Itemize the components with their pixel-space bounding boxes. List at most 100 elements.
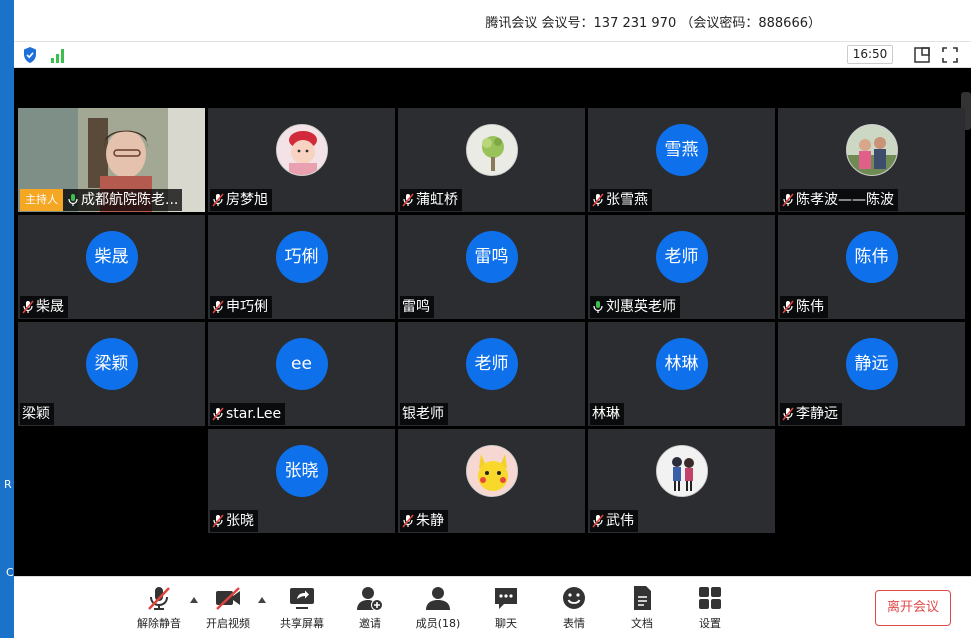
participant-avatar: 柴晟 <box>85 231 138 283</box>
settings-label: 设置 <box>699 617 721 630</box>
participant-name-label: 武伟 <box>590 510 638 532</box>
status-bar: 16:50 <box>14 42 971 68</box>
mic-icon <box>593 301 603 313</box>
participant-name: 雷鸣 <box>402 299 430 315</box>
muted-mic-icon <box>148 587 170 610</box>
participant-tile[interactable]: 梁颖 梁颖 <box>18 322 205 426</box>
participant-tile[interactable]: 巧俐 申巧俐 <box>208 215 395 319</box>
bottom-toolbar: 解除静音 开启视频 共享屏幕 邀请 成员(18) 聊天 表情 文档 设置 离开会… <box>14 576 971 638</box>
participant-avatar: 老师 <box>655 231 708 283</box>
members-label: 成员(18) <box>415 617 461 630</box>
participant-name: 房梦旭 <box>226 192 268 208</box>
chat-icon <box>495 588 517 609</box>
participant-tile[interactable]: 林琳 林琳 <box>588 322 775 426</box>
video-off-icon <box>216 587 240 610</box>
plant-photo-icon <box>465 124 518 176</box>
start-video-label: 开启视频 <box>206 617 250 630</box>
participant-name-label: 刘惠英老师 <box>590 296 680 318</box>
settings-button[interactable]: 设置 <box>682 585 738 631</box>
leave-meeting-button[interactable]: 离开会议 <box>875 590 951 626</box>
pikachu-photo-icon <box>465 445 518 497</box>
participant-tile[interactable]: 柴晟 柴晟 <box>18 215 205 319</box>
participant-tile[interactable]: 雷鸣 雷鸣 <box>398 215 585 319</box>
mic-icon <box>68 194 78 206</box>
participant-name-label: 雷鸣 <box>400 296 434 318</box>
settings-grid-icon <box>699 587 721 609</box>
participant-tile[interactable]: 静远 李静远 <box>778 322 965 426</box>
participant-name-label: 陈伟 <box>780 296 828 318</box>
muted-mic-icon <box>782 407 794 421</box>
participant-tile[interactable]: 武伟 <box>588 429 775 533</box>
participant-name-label: 陈孝波——陈波 <box>780 189 898 211</box>
participant-avatar: 雪燕 <box>655 124 708 176</box>
participant-name-label: 房梦旭 <box>210 189 272 211</box>
participant-tile[interactable]: 雪燕 张雪燕 <box>588 108 775 212</box>
muted-mic-icon <box>592 193 604 207</box>
muted-mic-icon <box>212 300 224 314</box>
participant-tile[interactable]: 老师 银老师 <box>398 322 585 426</box>
shield-icon[interactable] <box>22 46 38 68</box>
audio-options-caret[interactable] <box>190 597 198 603</box>
fullscreen-icon[interactable] <box>941 46 959 64</box>
muted-mic-icon <box>592 514 604 528</box>
invite-user-icon <box>357 587 383 611</box>
invite-label: 邀请 <box>359 617 381 630</box>
participant-tile[interactable]: 老师刘惠英老师 <box>588 215 775 319</box>
unmute-button[interactable]: 解除静音 <box>131 585 187 631</box>
participant-name-label: 林琳 <box>590 403 624 425</box>
share-screen-icon <box>290 588 314 609</box>
desktop-edge-glyph: C <box>6 566 14 579</box>
participant-tile[interactable]: 朱静 <box>398 429 585 533</box>
participant-avatar: 陈伟 <box>845 231 898 283</box>
share-screen-button[interactable]: 共享屏幕 <box>274 585 330 631</box>
participant-name: 陈孝波——陈波 <box>796 192 894 208</box>
baby-photo-icon <box>275 124 328 176</box>
participant-tile[interactable]: 陈伟 陈伟 <box>778 215 965 319</box>
participant-tile[interactable]: ee star.Lee <box>208 322 395 426</box>
participant-name-label: 主持人 成都航院陈老... <box>20 189 183 211</box>
participant-name-label: star.Lee <box>210 403 286 425</box>
muted-mic-icon <box>212 514 224 528</box>
participant-tile[interactable]: 张晓 张晓 <box>208 429 395 533</box>
unmute-label: 解除静音 <box>137 617 181 630</box>
participant-tile[interactable]: 房梦旭 <box>208 108 395 212</box>
participant-tile[interactable]: 陈孝波——陈波 <box>778 108 965 212</box>
members-icon <box>426 587 450 610</box>
meeting-clock: 16:50 <box>847 45 893 64</box>
share-screen-label: 共享屏幕 <box>280 617 324 630</box>
start-video-button[interactable]: 开启视频 <box>200 585 256 631</box>
signal-strength-icon[interactable] <box>50 46 66 68</box>
smiley-icon <box>563 587 585 609</box>
participant-avatar: 老师 <box>465 338 518 390</box>
participant-name-label: 李静远 <box>780 403 842 425</box>
members-button[interactable]: 成员(18) <box>410 585 466 631</box>
docs-label: 文档 <box>631 617 653 630</box>
participant-avatar: 静远 <box>845 338 898 390</box>
muted-mic-icon <box>212 407 224 421</box>
participant-avatar: 梁颖 <box>85 338 138 390</box>
muted-mic-icon <box>782 300 794 314</box>
chat-label: 聊天 <box>495 617 517 630</box>
participant-tile[interactable]: 蒲虹桥 <box>398 108 585 212</box>
participant-name-label: 柴晟 <box>20 296 68 318</box>
meeting-title: 腾讯会议 会议号：137 231 970 （会议密码：888666） <box>485 16 821 31</box>
participant-name: 李静远 <box>796 406 838 422</box>
family-photo-icon <box>845 124 898 176</box>
reactions-button[interactable]: 表情 <box>546 585 602 631</box>
layout-toggle-icon[interactable] <box>913 46 931 64</box>
participant-avatar: 林琳 <box>655 338 708 390</box>
title-bar: 腾讯会议 会议号：137 231 970 （会议密码：888666） <box>14 0 971 42</box>
participant-name: 武伟 <box>606 513 634 529</box>
participant-name-label: 申巧俐 <box>210 296 272 318</box>
participant-tile[interactable]: 主持人 成都航院陈老... <box>18 108 205 212</box>
docs-button[interactable]: 文档 <box>614 585 670 631</box>
muted-mic-icon <box>402 514 414 528</box>
participant-name-label: 张晓 <box>210 510 258 532</box>
chat-button[interactable]: 聊天 <box>478 585 534 631</box>
video-options-caret[interactable] <box>258 597 266 603</box>
participant-name: 蒲虹桥 <box>416 192 458 208</box>
participant-name-label: 梁颖 <box>20 403 54 425</box>
invite-button[interactable]: 邀请 <box>342 585 398 631</box>
participant-avatar: 巧俐 <box>275 231 328 283</box>
participant-name: 梁颖 <box>22 406 50 422</box>
